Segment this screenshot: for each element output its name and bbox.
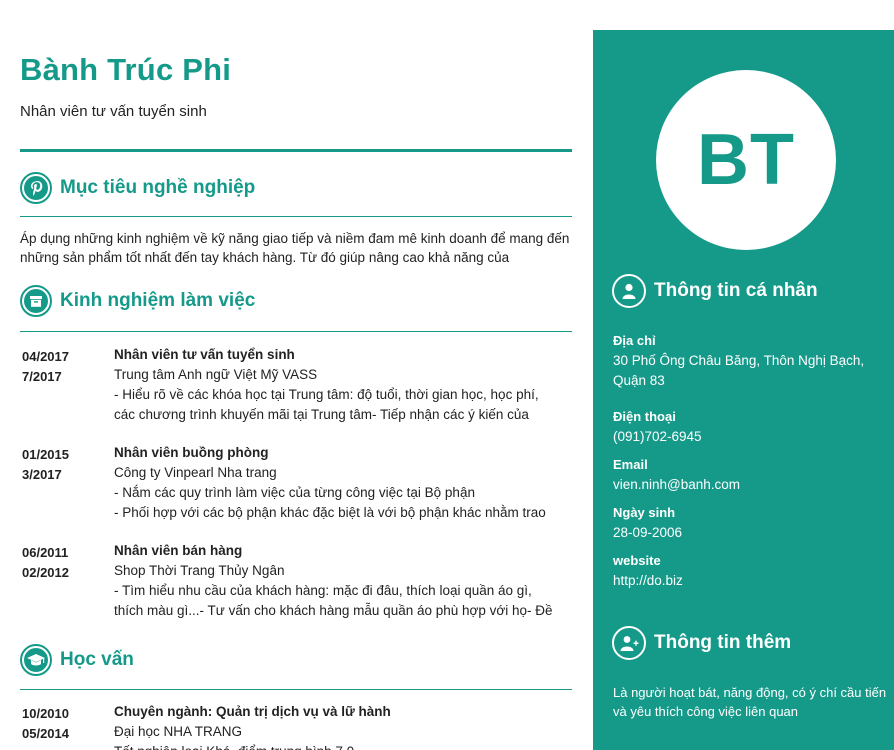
address-label: Địa chỉ — [613, 333, 656, 348]
extra-info-header: Thông tin thêm — [612, 626, 791, 660]
birthday-value: 28-09-2006 — [613, 525, 683, 540]
experience-description: các chương trình khuyến mãi tại Trung tâ… — [114, 407, 529, 422]
education-description: Tốt nghiệp loại Khá, điểm trung bình 7,0 — [114, 742, 572, 750]
email-value: vien.ninh@banh.com — [613, 477, 741, 492]
experience-details: Nhân viên bán hàng Shop Thời Trang Thủy … — [114, 541, 572, 621]
experience-role: Nhân viên buồng phòng — [114, 445, 269, 460]
education-dates: 10/2010 05/2014 — [22, 704, 102, 744]
experience-description: - Hiểu rõ về các khóa học tại Trung tâm:… — [114, 387, 539, 402]
objective-text: Áp dụng những kinh nghiệm về kỹ năng gia… — [20, 231, 570, 265]
phone-label: Điện thoại — [613, 409, 676, 424]
experience-role: Nhân viên bán hàng — [114, 543, 243, 558]
experience-section-header: Kinh nghiệm làm việc — [20, 285, 255, 317]
graduation-cap-icon — [20, 644, 52, 676]
experience-description: - Nắm các quy trình làm việc của từng cô… — [114, 485, 475, 500]
experience-start-date: 06/2011 — [22, 545, 69, 560]
address-block: Địa chỉ 30 Phố Ông Châu Băng, Thôn Nghị … — [613, 331, 883, 391]
experience-start-date: 01/2015 — [22, 447, 69, 462]
education-end-date: 05/2014 — [22, 726, 69, 741]
experience-dates: 01/2015 3/2017 — [22, 445, 102, 485]
avatar-initials: BT — [697, 120, 795, 200]
experience-dates: 04/2017 7/2017 — [22, 347, 102, 387]
objective-divider — [20, 216, 572, 217]
education-major: Chuyên ngành: Quản trị dịch vụ và lữ hàn… — [114, 704, 391, 719]
address-value: 30 Phố Ông Châu Băng, Thôn Nghị Bạch, Qu… — [613, 353, 865, 388]
website-value: http://do.biz — [613, 573, 683, 588]
candidate-job-title: Nhân viên tư vấn tuyển sinh — [20, 103, 207, 120]
experience-role: Nhân viên tư vấn tuyển sinh — [114, 347, 295, 362]
experience-dates: 06/2011 02/2012 — [22, 543, 102, 583]
experience-divider — [20, 331, 572, 332]
education-divider — [20, 689, 572, 690]
education-school: Đại học NHA TRANG — [114, 724, 243, 739]
main-column: Bành Trúc Phi Nhân viên tư vấn tuyển sin… — [20, 0, 572, 750]
website-label: website — [613, 553, 661, 568]
sidebar: BT Thông tin cá nhân Địa chỉ 30 Phố Ông … — [593, 30, 894, 750]
experience-company: Shop Thời Trang Thủy Ngân — [114, 563, 285, 578]
experience-end-date: 3/2017 — [22, 467, 62, 482]
user-icon — [612, 274, 646, 308]
phone-value: (091)702-6945 — [613, 429, 702, 444]
experience-end-date: 7/2017 — [22, 369, 62, 384]
email-block: Email vien.ninh@banh.com — [613, 455, 883, 495]
experience-start-date: 04/2017 — [22, 349, 69, 364]
objective-heading: Mục tiêu nghề nghiệp — [60, 177, 256, 198]
education-section-header: Học vấn — [20, 644, 134, 676]
birthday-label: Ngày sinh — [613, 505, 676, 520]
experience-company: Công ty Vinpearl Nha trang — [114, 465, 277, 480]
experience-details: Nhân viên tư vấn tuyển sinh Trung tâm An… — [114, 345, 572, 425]
experience-description: - Phối hợp với các bộ phận khác đặc biệt… — [114, 505, 546, 520]
avatar: BT — [656, 70, 836, 250]
education-details: Chuyên ngành: Quản trị dịch vụ và lữ hàn… — [114, 702, 572, 750]
experience-end-date: 02/2012 — [22, 565, 69, 580]
website-block: website http://do.biz — [613, 551, 883, 591]
email-label: Email — [613, 457, 648, 472]
personal-info-heading: Thông tin cá nhân — [654, 280, 818, 301]
candidate-name: Bành Trúc Phi — [20, 52, 232, 87]
experience-details: Nhân viên buồng phòng Công ty Vinpearl N… — [114, 443, 572, 523]
experience-heading: Kinh nghiệm làm việc — [60, 290, 256, 311]
experience-company: Trung tâm Anh ngữ Việt Mỹ VASS — [114, 367, 318, 382]
archive-box-icon — [20, 285, 52, 317]
education-start-date: 10/2010 — [22, 706, 69, 721]
extra-info-heading: Thông tin thêm — [654, 632, 792, 653]
experience-description: thích màu gì...- Tư vấn cho khách hàng m… — [114, 603, 553, 618]
experience-description: - Tìm hiểu nhu cầu của khách hàng: mặc đ… — [114, 583, 532, 598]
objective-section-header: Mục tiêu nghề nghiệp — [20, 172, 255, 204]
birthday-block: Ngày sinh 28-09-2006 — [613, 503, 883, 543]
phone-block: Điện thoại (091)702-6945 — [613, 407, 883, 447]
user-plus-icon — [612, 626, 646, 660]
pinterest-icon — [20, 172, 52, 204]
education-heading: Học vấn — [60, 649, 134, 670]
extra-info-text: Là người hoạt bát, năng động, có ý chí c… — [613, 685, 887, 719]
header-divider — [20, 149, 572, 152]
personal-info-header: Thông tin cá nhân — [612, 274, 818, 308]
